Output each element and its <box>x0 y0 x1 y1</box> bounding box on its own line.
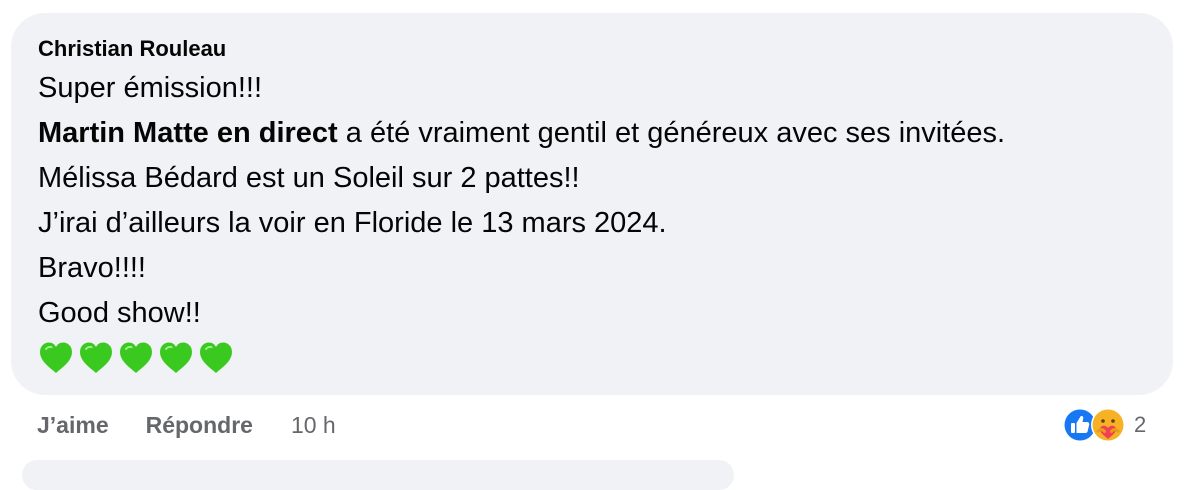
green-heart-icon <box>120 342 152 373</box>
comment-line-1: Super émission!!! <box>38 72 263 104</box>
comment-line-2: Martin Matte en direct a été vraiment ge… <box>38 111 1173 156</box>
green-heart-icon <box>80 342 112 373</box>
like-button[interactable]: J’aime <box>37 410 109 440</box>
reply-button[interactable]: Répondre <box>146 410 253 440</box>
next-comment-bubble-partial <box>22 460 734 490</box>
comment-author[interactable]: Christian Rouleau <box>38 35 1173 63</box>
comment-bubble: Christian Rouleau Super émission!!! Mart… <box>11 13 1173 395</box>
comment-line-4: J’irai d’ailleurs la voir en Floride le … <box>38 207 667 239</box>
green-hearts-row <box>38 340 1173 376</box>
page-mention-link[interactable]: Martin Matte en direct <box>38 117 338 149</box>
green-heart-icon <box>40 342 72 373</box>
comment-line-3: Mélissa Bédard est un Soleil sur 2 patte… <box>38 162 580 194</box>
comment-line-2-text: a été vraiment gentil et généreux avec s… <box>337 117 1006 149</box>
green-heart-icon <box>160 342 192 373</box>
care-icon <box>1091 408 1125 442</box>
comment-line-5: Bravo!!!! <box>38 252 146 284</box>
reaction-count: 2 <box>1134 412 1147 437</box>
comment-actions: J’aime Répondre 10 h <box>37 410 336 440</box>
comment-timestamp[interactable]: 10 h <box>291 410 336 440</box>
green-heart-icon <box>200 342 232 373</box>
comment-line-6: Good show!! <box>38 297 201 329</box>
reaction-summary[interactable]: 2 <box>1062 404 1146 446</box>
